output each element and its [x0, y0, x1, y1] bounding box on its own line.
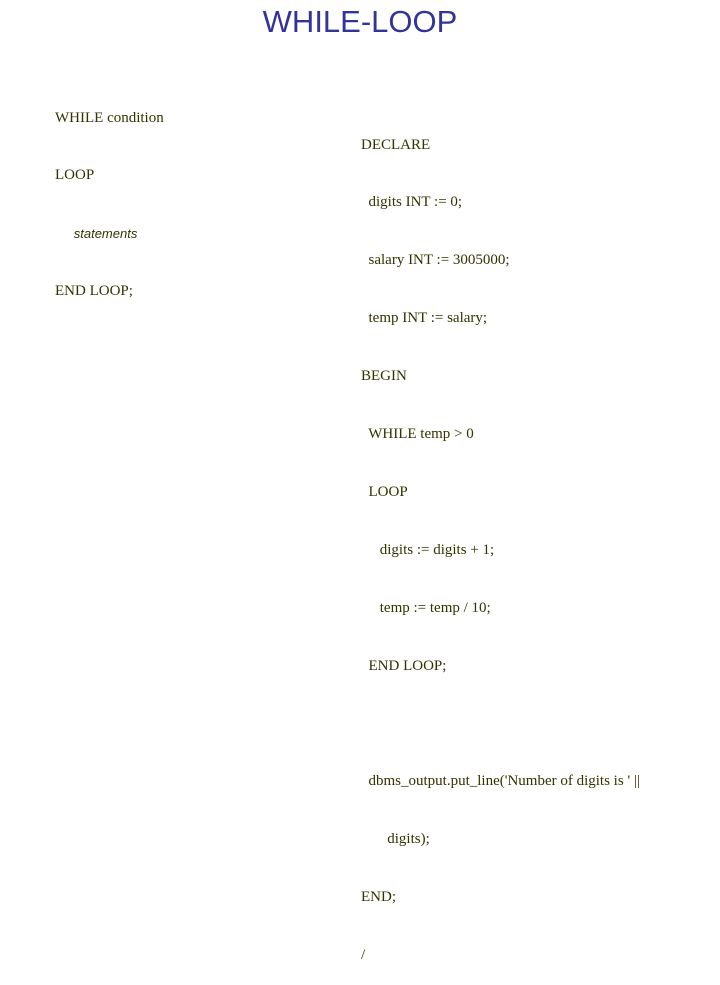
- code-line: /: [361, 947, 366, 964]
- code-line: END LOOP;: [361, 657, 447, 674]
- code-line: digits := digits + 1;: [361, 541, 495, 558]
- slide-title: WHILE-LOOP: [262, 4, 458, 39]
- while-keyword: WHILE: [55, 109, 104, 126]
- code-line: BEGIN: [361, 368, 407, 385]
- code-line: digits INT := 0;: [361, 194, 463, 211]
- code-line: salary INT := 3005000;: [361, 252, 510, 269]
- syntax-block: WHILE condition LOOP statements END LOOP…: [55, 70, 164, 321]
- condition-placeholder: condition: [103, 109, 164, 126]
- code-line: WHILE temp > 0: [361, 426, 474, 443]
- statements-placeholder: statements: [73, 226, 138, 242]
- syntax-line-end-loop: END LOOP;: [55, 283, 133, 300]
- syntax-line-statements: statements: [55, 224, 164, 243]
- syntax-line-while: WHILE condition: [55, 109, 164, 128]
- syntax-line-loop: LOOP: [55, 167, 95, 184]
- code-line: digits);: [361, 831, 430, 848]
- code-line: temp := temp / 10;: [361, 599, 491, 616]
- code-line: dbms_output.put_line('Number of digits i…: [361, 773, 640, 790]
- code-line: temp INT := salary;: [361, 310, 488, 327]
- example-code-block: DECLARE digits INT := 0; salary INT := 3…: [361, 97, 640, 985]
- code-line: END;: [361, 889, 396, 906]
- code-line: DECLARE: [361, 136, 431, 153]
- code-line: LOOP: [361, 483, 408, 500]
